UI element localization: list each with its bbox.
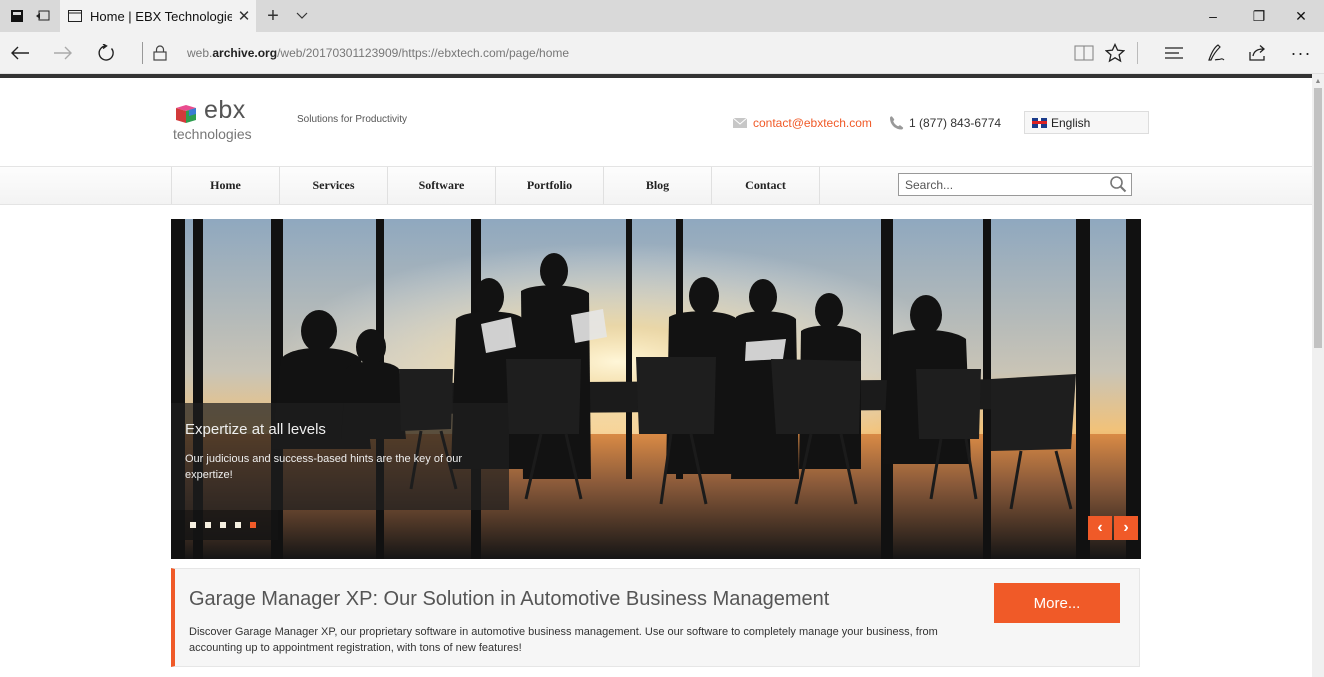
favorite-star-icon[interactable]	[1098, 32, 1132, 74]
reading-view-icon[interactable]	[1067, 32, 1101, 74]
slide-dot-2[interactable]	[205, 522, 211, 528]
url-prefix: web.	[187, 46, 213, 60]
page-scrollbar[interactable]: ▲	[1312, 74, 1324, 677]
tab-title: Home | EBX Technologie	[90, 8, 232, 24]
more-icon[interactable]: ···	[1284, 32, 1318, 74]
ebx-logo[interactable]: ebx technologies	[171, 96, 261, 146]
promo-title: Garage Manager XP: Our Solution in Autom…	[189, 588, 830, 610]
share-icon[interactable]	[1241, 32, 1275, 74]
url-path: /web/20170301123909/https://ebxtech.com/…	[277, 46, 570, 60]
main-menu: Home Services Software Portfolio Blog Co…	[171, 167, 820, 204]
tagline: Solutions for Productivity	[297, 114, 408, 125]
menu-item-blog[interactable]: Blog	[604, 167, 712, 204]
language-selector[interactable]: English	[1024, 111, 1149, 134]
tab-set-aside-icon[interactable]	[6, 0, 28, 32]
browser-titlebar: Home | EBX Technologie ✕ + – ❐ ✕	[0, 0, 1324, 32]
page-icon	[68, 10, 82, 22]
promo-text: Discover Garage Manager XP, our propriet…	[189, 626, 938, 654]
slide-caption: Expertize at all levels Our judicious an…	[171, 403, 509, 510]
back-icon[interactable]	[0, 32, 40, 74]
close-window-button[interactable]: ✕	[1278, 0, 1324, 32]
slide-arrows: ‹ ›	[1088, 516, 1138, 540]
slide-dots	[171, 510, 278, 540]
slide-prev-button[interactable]: ‹	[1088, 516, 1112, 540]
search-input[interactable]	[899, 174, 1099, 195]
web-page: ebx technologies Solutions for Productiv…	[0, 78, 1312, 677]
tab-preview-icon[interactable]	[32, 0, 54, 32]
address-separator-right	[1137, 42, 1138, 64]
restore-button[interactable]: ❐	[1236, 0, 1282, 32]
slide-text: Our judicious and success-based hints ar…	[185, 453, 462, 481]
slide-next-button[interactable]: ›	[1114, 516, 1138, 540]
new-tab-icon[interactable]: +	[262, 0, 284, 32]
hub-icon[interactable]	[1157, 32, 1191, 74]
slide-dot-1[interactable]	[190, 522, 196, 528]
site-header: ebx technologies Solutions for Productiv…	[0, 78, 1312, 166]
phone-icon	[890, 116, 904, 130]
search-icon[interactable]	[1109, 175, 1127, 194]
promo-box: Garage Manager XP: Our Solution in Autom…	[171, 568, 1140, 667]
menu-item-home[interactable]: Home	[172, 167, 280, 204]
close-icon[interactable]: ✕	[232, 7, 256, 25]
logo-cube-icon	[176, 105, 196, 123]
main-menu-bar: Home Services Software Portfolio Blog Co…	[0, 166, 1312, 205]
language-label: English	[1051, 115, 1091, 130]
menu-item-software[interactable]: Software	[388, 167, 496, 204]
url-field[interactable]: web. archive.org/web/20170301123909/https…	[187, 32, 569, 74]
menu-item-portfolio[interactable]: Portfolio	[496, 167, 604, 204]
chevron-down-icon[interactable]	[292, 0, 312, 32]
contact-phone: 1 (877) 843-6774	[888, 116, 1001, 130]
slide-dot-4[interactable]	[235, 522, 241, 528]
more-button[interactable]: More...	[994, 583, 1120, 623]
minimize-button[interactable]: –	[1190, 0, 1236, 32]
search-box	[898, 173, 1132, 196]
slide-dot-5[interactable]	[250, 522, 256, 528]
url-domain: archive.org	[212, 46, 278, 60]
logo-text: ebx	[204, 96, 246, 124]
slide-title: Expertize at all levels	[185, 421, 326, 438]
scroll-up-icon[interactable]: ▲	[1312, 76, 1324, 86]
browser-tab[interactable]: Home | EBX Technologie ✕	[60, 0, 256, 32]
scroll-thumb[interactable]	[1314, 88, 1322, 348]
uk-flag-icon	[1032, 117, 1047, 128]
hero-slider: Expertize at all levels Our judicious an…	[171, 219, 1141, 559]
browser-address-bar: web. archive.org/web/20170301123909/https…	[0, 32, 1324, 74]
envelope-icon	[733, 118, 747, 128]
menu-item-services[interactable]: Services	[280, 167, 388, 204]
lock-icon[interactable]	[150, 32, 170, 74]
forward-icon[interactable]	[43, 32, 83, 74]
contact-email-link[interactable]: contact@ebxtech.com	[753, 116, 872, 130]
web-note-icon[interactable]	[1199, 32, 1233, 74]
refresh-icon[interactable]	[86, 32, 126, 74]
contact-email[interactable]: contact@ebxtech.com	[733, 116, 872, 130]
logo-subtitle: technologies	[173, 126, 252, 142]
slide-dot-3[interactable]	[220, 522, 226, 528]
address-separator	[142, 42, 143, 64]
phone-number: 1 (877) 843-6774	[909, 116, 1002, 130]
menu-item-contact[interactable]: Contact	[712, 167, 820, 204]
